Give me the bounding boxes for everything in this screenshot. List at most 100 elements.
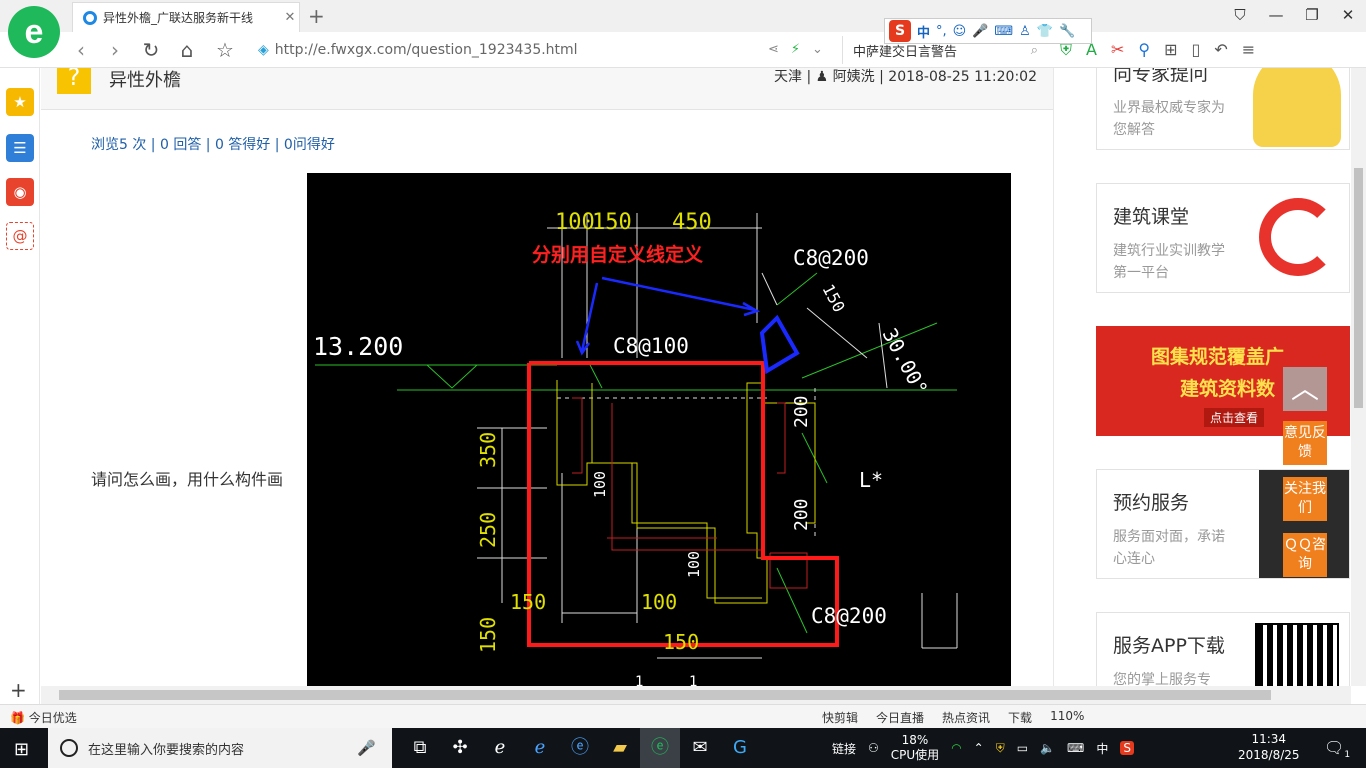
cad-dim-right-2: 200 bbox=[791, 498, 812, 531]
vertical-scroll-thumb[interactable] bbox=[1354, 168, 1363, 408]
emoji-icon[interactable]: ☺ bbox=[953, 24, 967, 39]
security-icon[interactable]: ⛨ bbox=[996, 741, 1005, 756]
sogou-tray-icon[interactable]: S bbox=[1120, 741, 1135, 755]
live-button[interactable]: 今日直播 bbox=[876, 709, 924, 726]
tab-title: 异性外檐_广联达服务新干线 bbox=[103, 11, 254, 25]
card-title: 服务APP下载 bbox=[1113, 635, 1225, 657]
keyboard-tray-icon[interactable]: ⌨ bbox=[1067, 741, 1084, 755]
voice-icon[interactable]: 🎤 bbox=[972, 24, 988, 39]
download-button[interactable]: 下载 bbox=[1008, 709, 1032, 726]
favorites-star-icon[interactable]: ★ bbox=[6, 88, 34, 116]
cad-drawing-image: 100 150 450 分别用自定义线定义 C8@200 C8@100 C8@2… bbox=[307, 173, 1011, 686]
browser-taskbar-icon[interactable]: ⓔ bbox=[640, 728, 680, 768]
today-picks[interactable]: 🎁 今日优选 bbox=[10, 709, 77, 726]
card-desc: 服务面对面，承诺心连心 bbox=[1113, 529, 1225, 567]
fan-app-icon[interactable]: ✣ bbox=[440, 728, 480, 768]
taskbar-search-input[interactable]: 在这里输入你要搜索的内容 🎤 bbox=[48, 728, 392, 768]
card-app-download[interactable]: 服务APP下载 您的掌上服务专 bbox=[1096, 612, 1350, 686]
new-tab-button[interactable]: + bbox=[308, 4, 325, 28]
mail-taskbar-icon[interactable]: ✉ bbox=[680, 728, 720, 768]
sogou-logo-icon[interactable]: S bbox=[889, 20, 911, 42]
restore-button[interactable]: ❐ bbox=[1294, 0, 1330, 32]
cad-dim-left-1: 350 bbox=[476, 432, 500, 468]
horizontal-scrollbar[interactable] bbox=[41, 686, 1351, 704]
close-button[interactable]: ✕ bbox=[1330, 0, 1366, 32]
apps-icon[interactable]: ⊞ bbox=[1164, 40, 1177, 60]
undo-icon[interactable]: ↶ bbox=[1214, 40, 1227, 60]
screenshot-icon[interactable]: ✂ bbox=[1111, 40, 1124, 60]
site-info-icon[interactable]: ◈ bbox=[258, 42, 269, 58]
menu-icon[interactable]: ≡ bbox=[1242, 40, 1255, 60]
skin-icon[interactable]: ⛉ bbox=[1222, 0, 1258, 32]
device-icon[interactable]: ▯ bbox=[1192, 40, 1201, 60]
ie-icon[interactable]: ⓔ bbox=[560, 728, 600, 768]
forward-icon[interactable]: › bbox=[102, 38, 128, 62]
notification-center-icon[interactable]: 🗨1 bbox=[1324, 738, 1350, 760]
skin-icon[interactable]: 👕 bbox=[1037, 24, 1053, 39]
glodon-icon[interactable]: G bbox=[720, 728, 760, 768]
question-region[interactable]: 天津 bbox=[774, 69, 802, 85]
question-badge-icon: ? bbox=[57, 68, 91, 94]
vertical-scrollbar[interactable] bbox=[1351, 68, 1366, 686]
minimize-button[interactable]: — bbox=[1258, 0, 1294, 32]
windows-start-icon[interactable]: ⊞ bbox=[14, 739, 29, 760]
browser-tab[interactable]: 异性外檐_广联达服务新干线 ✕ bbox=[72, 2, 300, 32]
feedback-button[interactable]: 意见反馈 bbox=[1283, 421, 1327, 465]
tools-icon[interactable]: 🔧 bbox=[1059, 24, 1075, 39]
volume-icon[interactable]: 🔈 bbox=[1040, 741, 1055, 755]
ime-lang-toggle[interactable]: 中 bbox=[917, 22, 930, 41]
user-icon[interactable]: ♙ bbox=[1019, 24, 1031, 39]
browser-logo[interactable]: e bbox=[8, 6, 60, 58]
url-text: http://e.fwxgx.com/question_1923435.html bbox=[274, 42, 578, 58]
find-icon[interactable]: ⚲ bbox=[1138, 40, 1150, 60]
battery-icon[interactable]: ▭ bbox=[1017, 741, 1028, 755]
edge-alt-icon[interactable]: ℯ bbox=[520, 728, 560, 768]
links-toolbar[interactable]: 链接 bbox=[832, 740, 856, 757]
logo-letter: e bbox=[24, 12, 44, 51]
people-icon[interactable]: ⚇ bbox=[868, 741, 879, 755]
speed-icon[interactable]: ⚡ bbox=[791, 42, 800, 57]
cad-dim-left-3: 150 bbox=[476, 617, 500, 653]
question-author[interactable]: 阿姨洗 bbox=[833, 69, 875, 85]
cad-elevation: 13.200 bbox=[313, 332, 403, 361]
window-controls: ⛉ — ❐ ✕ bbox=[1222, 0, 1366, 32]
card-classroom[interactable]: 建筑课堂 建筑行业实训教学第一平台 bbox=[1096, 183, 1350, 293]
nav-bar: ‹ › ↻ ⌂ ☆ ◈ http://e.fwxgx.com/question_… bbox=[0, 32, 1366, 68]
chevron-down-icon[interactable]: ⌄ bbox=[812, 42, 823, 57]
wifi-icon[interactable]: ◠ bbox=[951, 741, 961, 755]
zoom-level[interactable]: 110% bbox=[1050, 709, 1084, 726]
refresh-icon[interactable]: ↻ bbox=[138, 38, 164, 62]
ime-tray-indicator[interactable]: 中 bbox=[1096, 740, 1108, 757]
hot-news-button[interactable]: 热点资讯 bbox=[942, 709, 990, 726]
add-sidebar-icon[interactable]: + bbox=[10, 678, 27, 702]
question-header: ? 异性外檐 天津 | ♟ 阿姨洗 | 2018-08-25 11:20:02 bbox=[41, 68, 1053, 110]
quick-clip-button[interactable]: 快剪辑 bbox=[822, 709, 858, 726]
search-icon[interactable]: ⌕ bbox=[1031, 43, 1038, 58]
back-icon[interactable]: ‹ bbox=[68, 38, 94, 62]
qq-consult-button[interactable]: ＱＱ咨询 bbox=[1283, 533, 1327, 577]
keyboard-icon[interactable]: ⌨ bbox=[994, 24, 1013, 39]
back-to-top-button[interactable]: ︿ bbox=[1283, 367, 1327, 411]
file-explorer-icon[interactable]: ▰ bbox=[600, 728, 640, 768]
share-icon[interactable]: ⋖ bbox=[768, 42, 779, 57]
follow-us-button[interactable]: 关注我们 bbox=[1283, 477, 1327, 521]
card-ask-expert[interactable]: 向专家提问 业界最权威专家为您解答 bbox=[1096, 68, 1350, 150]
horizontal-scroll-thumb[interactable] bbox=[59, 690, 1271, 700]
task-view-icon[interactable]: ⧉ bbox=[400, 728, 440, 768]
taskbar-clock[interactable]: 11:34 2018/8/25 bbox=[1238, 731, 1300, 763]
notification-count: 1 bbox=[1344, 750, 1351, 761]
cad-dim-top-1: 100 bbox=[555, 210, 595, 235]
banner-cta[interactable]: 点击查看 bbox=[1204, 408, 1265, 427]
mail-icon[interactable]: @ bbox=[6, 222, 34, 250]
favorite-star-icon[interactable]: ☆ bbox=[212, 38, 238, 62]
address-bar[interactable]: ◈ http://e.fwxgx.com/question_1923435.ht… bbox=[258, 36, 840, 64]
weibo-icon[interactable]: ◉ bbox=[6, 178, 34, 206]
mic-icon[interactable]: 🎤 bbox=[357, 739, 376, 757]
edge-icon[interactable]: ℯ bbox=[480, 728, 520, 768]
reading-list-icon[interactable]: ☰ bbox=[6, 134, 34, 162]
question-stats[interactable]: 浏览5 次 | 0 回答 | 0 答得好 | 0问得好 bbox=[91, 134, 335, 154]
ime-punct-toggle[interactable]: °, bbox=[936, 24, 947, 39]
tray-expand-icon[interactable]: ⌃ bbox=[974, 741, 984, 755]
tab-close-icon[interactable]: ✕ bbox=[281, 10, 299, 25]
home-icon[interactable]: ⌂ bbox=[174, 38, 200, 62]
